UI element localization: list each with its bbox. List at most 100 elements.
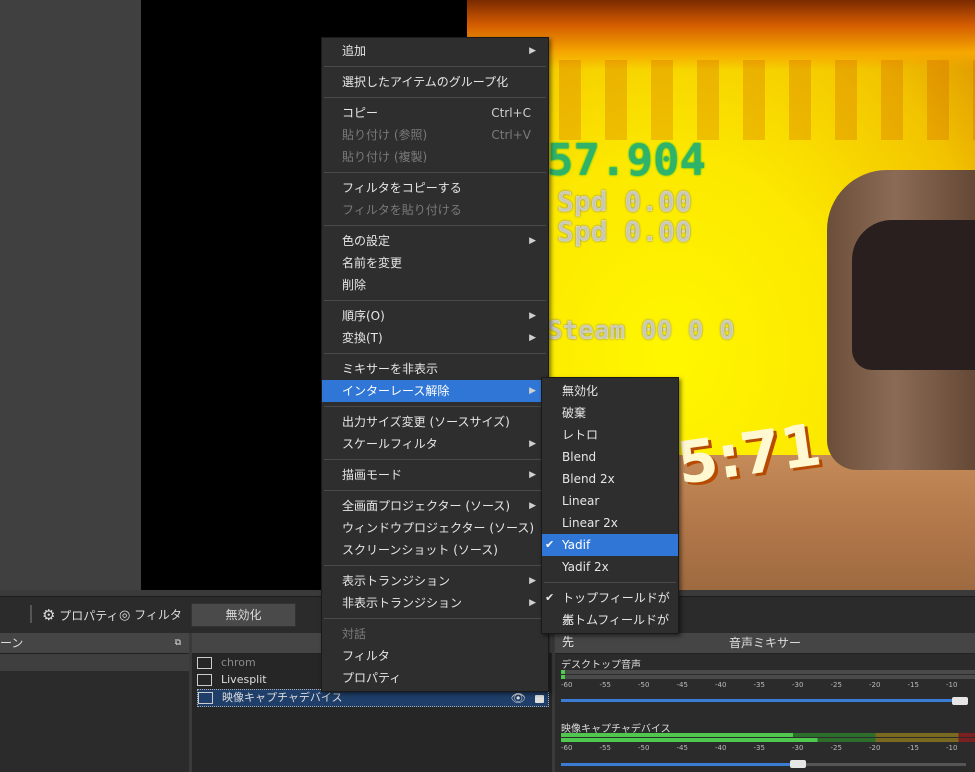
menu-separator bbox=[324, 172, 546, 173]
context-menu-item[interactable]: 選択したアイテムのグループ化 bbox=[322, 71, 548, 93]
meter-tick-label: -60 bbox=[561, 744, 573, 752]
context-menu-item[interactable]: 色の設定 ▶ bbox=[322, 230, 548, 252]
volume-slider-track-rest bbox=[796, 763, 966, 766]
hud-line: Spd 0.00 bbox=[557, 185, 692, 218]
menu-item-label: フィルタを貼り付ける bbox=[342, 203, 462, 217]
context-menu-item[interactable]: 出力サイズ変更 (ソースサイズ) bbox=[322, 411, 548, 433]
deinterlace-option[interactable]: 無効化 bbox=[542, 380, 678, 402]
menu-shortcut: Ctrl+C bbox=[491, 106, 531, 120]
menu-item-label: 削除 bbox=[342, 278, 367, 292]
volume-slider-handle[interactable] bbox=[790, 760, 806, 768]
context-menu-item[interactable]: ミキサーを非表示 bbox=[322, 358, 548, 380]
menu-item-label: 表示トランジション bbox=[342, 574, 451, 588]
meter-tick-label: -55 bbox=[599, 681, 611, 689]
meter-tick-label: -55 bbox=[599, 744, 611, 752]
meter-scale: -60-55-50-45-40-35-30-25-20-15-10-5 bbox=[561, 681, 975, 691]
menu-item-label: Blend bbox=[562, 450, 597, 464]
submenu-arrow-icon: ▶ bbox=[529, 598, 536, 608]
context-menu-item[interactable]: フィルタ bbox=[322, 645, 548, 667]
menu-item-label: Blend 2x bbox=[562, 472, 615, 486]
menu-item-label: フィルタ bbox=[342, 649, 390, 663]
context-menu-item[interactable]: 変換(T) ▶ bbox=[322, 327, 548, 349]
deinterlace-option[interactable]: ✔ Yadif bbox=[542, 534, 678, 556]
meter-tick-label: -40 bbox=[715, 744, 727, 752]
context-menu-item[interactable]: 非表示トランジション ▶ bbox=[322, 592, 548, 614]
mixer-title: 音声ミキサー bbox=[555, 633, 975, 654]
menu-item-label: 順序(O) bbox=[342, 309, 385, 323]
context-menu-item[interactable]: スクリーンショット (ソース) bbox=[322, 539, 548, 561]
volume-meter bbox=[561, 733, 975, 737]
deinterlace-submenu: 無効化 破棄 レトロ Blend Blend 2x Linear Linear 2x ✔ Yad… bbox=[541, 377, 679, 649]
menu-separator bbox=[544, 582, 676, 583]
scenes-title: ーン bbox=[0, 636, 24, 650]
menu-separator bbox=[324, 353, 546, 354]
volume-slider-track[interactable] bbox=[561, 699, 966, 702]
submenu-arrow-icon: ▶ bbox=[529, 501, 536, 511]
volume-slider-handle[interactable] bbox=[952, 697, 968, 705]
preview-background bbox=[0, 0, 141, 590]
context-menu-item[interactable]: 順序(O) ▶ bbox=[322, 305, 548, 327]
disable-button[interactable]: 無効化 bbox=[191, 603, 296, 627]
volume-slider-track[interactable] bbox=[561, 763, 796, 766]
context-menu-item: 貼り付け (複製) bbox=[322, 146, 548, 168]
meter-tick-label: -20 bbox=[869, 681, 881, 689]
deinterlace-option[interactable]: Blend 2x bbox=[542, 468, 678, 490]
properties-button[interactable]: ⚙ プロパティ bbox=[42, 605, 119, 625]
menu-item-label: コピー bbox=[342, 106, 379, 120]
submenu-arrow-icon: ▶ bbox=[529, 236, 536, 246]
volume-meter bbox=[561, 670, 975, 674]
context-menu-item[interactable]: 表示トランジション ▶ bbox=[322, 570, 548, 592]
menu-separator bbox=[324, 490, 546, 491]
window-icon bbox=[197, 657, 212, 669]
context-menu-item[interactable]: コピー Ctrl+C bbox=[322, 102, 548, 124]
menu-item-label: 選択したアイテムのグループ化 bbox=[342, 75, 509, 89]
scenes-dock: ーン ⧉ bbox=[0, 633, 189, 772]
context-menu-item[interactable]: 追加 ▶ bbox=[322, 40, 548, 62]
deinterlace-option[interactable]: ボトムフィールドが先 bbox=[542, 609, 678, 649]
context-menu-item[interactable]: プロパティ bbox=[322, 667, 548, 689]
window-icon bbox=[197, 674, 212, 686]
context-menu-item[interactable]: スケールフィルタ ▶ bbox=[322, 433, 548, 455]
visibility-eye-icon[interactable]: 👁 bbox=[511, 690, 526, 706]
context-menu-item[interactable]: 描画モード ▶ bbox=[322, 464, 548, 486]
menu-item-label: Yadif 2x bbox=[562, 560, 609, 574]
deinterlace-option[interactable]: Linear 2x bbox=[542, 512, 678, 534]
lock-icon[interactable] bbox=[535, 695, 544, 703]
context-menu-item[interactable]: 削除 bbox=[322, 274, 548, 296]
menu-item-label: 変換(T) bbox=[342, 331, 383, 345]
deinterlace-option[interactable]: ✔ トップフィールドが先 bbox=[542, 587, 678, 627]
menu-item-label: 対話 bbox=[342, 627, 367, 641]
submenu-arrow-icon: ▶ bbox=[529, 470, 536, 480]
context-menu-item[interactable]: インターレース解除 ▶ bbox=[322, 380, 548, 402]
menu-item-label: 破棄 bbox=[562, 406, 587, 420]
deinterlace-option[interactable]: レトロ bbox=[542, 424, 678, 446]
checkmark-icon: ✔ bbox=[545, 591, 555, 604]
menu-item-label: 出力サイズ変更 (ソースサイズ) bbox=[342, 415, 510, 429]
menu-item-label: 非表示トランジション bbox=[342, 596, 463, 610]
properties-label: プロパティ bbox=[59, 609, 119, 623]
menu-separator bbox=[324, 565, 546, 566]
deinterlace-option[interactable]: Linear bbox=[542, 490, 678, 512]
context-menu-item[interactable]: ウィンドウプロジェクター (ソース) bbox=[322, 517, 548, 539]
context-menu-item[interactable]: 名前を変更 bbox=[322, 252, 548, 274]
submenu-arrow-icon: ▶ bbox=[529, 439, 536, 449]
meter-scale: -60-55-50-45-40-35-30-25-20-15-10-5 bbox=[561, 744, 975, 754]
menu-separator bbox=[324, 406, 546, 407]
menu-shortcut: Ctrl+V bbox=[491, 128, 531, 142]
submenu-arrow-icon: ▶ bbox=[529, 386, 536, 396]
context-menu-item[interactable]: フィルタをコピーする bbox=[322, 177, 548, 199]
filters-button[interactable]: ◎ フィルタ bbox=[119, 605, 182, 625]
menu-item-label: Yadif bbox=[562, 538, 591, 552]
undock-icon[interactable]: ⧉ bbox=[175, 633, 181, 653]
deinterlace-option[interactable]: 破棄 bbox=[542, 402, 678, 424]
context-menu-item[interactable]: 全画面プロジェクター (ソース) ▶ bbox=[322, 495, 548, 517]
menu-separator bbox=[324, 618, 546, 619]
scene-list-item[interactable] bbox=[0, 654, 189, 671]
menu-separator bbox=[324, 225, 546, 226]
filter-icon: ◎ bbox=[119, 608, 131, 623]
deinterlace-option[interactable]: Yadif 2x bbox=[542, 556, 678, 578]
filters-label: フィルタ bbox=[134, 608, 182, 622]
deinterlace-option[interactable]: Blend bbox=[542, 446, 678, 468]
meter-tick-label: -10 bbox=[946, 744, 958, 752]
menu-item-label: プロパティ bbox=[342, 671, 402, 685]
